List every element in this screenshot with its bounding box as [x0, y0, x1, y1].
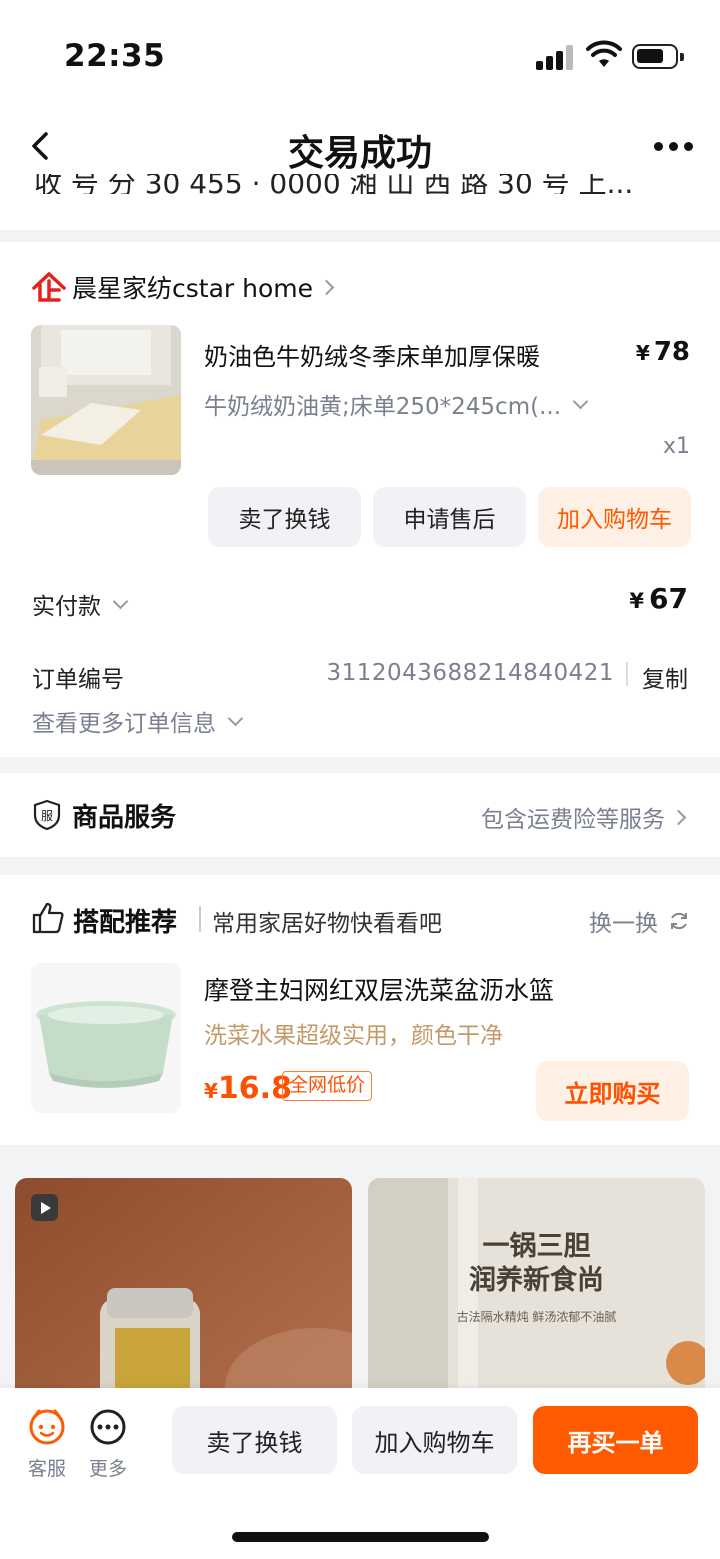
- add-to-cart-button[interactable]: 加入购物车: [538, 487, 691, 547]
- refresh-icon: [671, 912, 687, 930]
- product-quantity: x1: [662, 434, 690, 459]
- ad-subline: 古法隔水精炖 鲜汤浓郁不油腻: [456, 1310, 617, 1324]
- wifi-icon: [586, 40, 622, 67]
- status-time: 22:35: [64, 38, 166, 74]
- more-label: 更多: [88, 1458, 127, 1480]
- divider: [626, 662, 628, 686]
- more-order-info-link[interactable]: 查看更多订单信息: [32, 704, 244, 738]
- reco-product-desc: 洗菜水果超级实用，颜色干净: [204, 1023, 503, 1049]
- reco-subtitle: 常用家居好物快看看吧: [212, 911, 442, 937]
- page-title: 交易成功: [287, 133, 432, 174]
- copy-button[interactable]: 复制: [642, 660, 688, 694]
- reco-product-price: ¥16.8: [204, 1071, 292, 1106]
- bottom-sell-button[interactable]: 卖了换钱: [172, 1406, 337, 1474]
- order-number-label: 订单编号: [32, 667, 124, 693]
- customer-service-button[interactable]: 客服: [17, 1408, 77, 1481]
- shield-service-icon: 服: [33, 799, 61, 831]
- recommendation-card: 搭配推荐 常用家居好物快看看吧 换一换 摩登主妇网红双层洗菜盆沥水篮 洗菜水果超…: [0, 875, 720, 1145]
- bottom-action-bar: 客服 更多 卖了换钱 加入购物车 再买一单: [0, 1388, 720, 1559]
- ad-headline: 一锅三胆 润养新食尚: [469, 1231, 604, 1296]
- lowest-price-badge: 全网低价: [282, 1071, 373, 1101]
- chevron-down-icon: [112, 593, 129, 609]
- after-sales-button[interactable]: 申请售后: [373, 487, 526, 547]
- status-bar: 22:35: [0, 0, 720, 100]
- customer-service-icon: [29, 1409, 65, 1445]
- order-number: 3112043688214840421: [326, 660, 614, 686]
- address-partial: 收 号 分 30 455 · 0000 湘 山 西 路 30 号 上...: [34, 174, 634, 194]
- customer-service-label: 客服: [27, 1458, 66, 1480]
- nav-bar: 交易成功 收 号 分 30 455 · 0000 湘 山 西 路 30 号 上.…: [0, 100, 720, 230]
- cellular-signal-icon: [536, 44, 576, 70]
- buy-now-button[interactable]: 立即购买: [536, 1061, 689, 1121]
- service-title: 商品服务: [72, 803, 177, 833]
- product-sku[interactable]: 牛奶绒奶油黄;床单250*245cm(...: [204, 387, 589, 421]
- reco-title: 搭配推荐: [73, 908, 178, 938]
- sell-button[interactable]: 卖了换钱: [208, 487, 361, 547]
- swap-button[interactable]: 换一换: [589, 904, 690, 938]
- battery-icon: [632, 44, 684, 69]
- bottom-add-to-cart-button[interactable]: 加入购物车: [352, 1406, 517, 1474]
- video-play-icon: [31, 1194, 58, 1221]
- thumbs-up-icon: [32, 902, 64, 934]
- paid-amount: ¥67: [629, 582, 688, 615]
- product-image[interactable]: [31, 325, 181, 475]
- service-desc[interactable]: 包含运费险等服务: [481, 800, 687, 834]
- divider: [199, 906, 201, 932]
- enterprise-shop-icon: [32, 272, 66, 302]
- reco-product-name: 摩登主妇网红双层洗菜盆沥水篮: [204, 976, 555, 1005]
- more-dots-icon: [90, 1409, 126, 1445]
- svg-text:服: 服: [41, 809, 53, 823]
- shop-header[interactable]: 晨星家纺cstar home: [32, 270, 335, 304]
- chevron-right-icon: [318, 279, 335, 295]
- shop-name: 晨星家纺cstar home: [72, 274, 313, 303]
- chevron-right-icon: [670, 809, 687, 825]
- rebuy-button[interactable]: 再买一单: [533, 1406, 698, 1474]
- product-name: 奶油色牛奶绒冬季床单加厚保暖: [204, 343, 540, 371]
- chevron-down-icon: [227, 710, 244, 726]
- service-card[interactable]: 服 商品服务 包含运费险等服务: [0, 773, 720, 857]
- product-price: ¥78: [635, 337, 690, 367]
- paid-label[interactable]: 实付款: [32, 587, 129, 621]
- home-indicator: [232, 1532, 489, 1542]
- order-card: 晨星家纺cstar home 奶油色牛奶绒冬季床单加厚保暖 ¥78 牛奶绒奶油黄…: [0, 242, 720, 757]
- chevron-down-icon: [572, 393, 589, 409]
- more-button[interactable]: 更多: [78, 1408, 138, 1481]
- more-options-icon[interactable]: [652, 136, 696, 156]
- reco-product-image[interactable]: [31, 963, 181, 1113]
